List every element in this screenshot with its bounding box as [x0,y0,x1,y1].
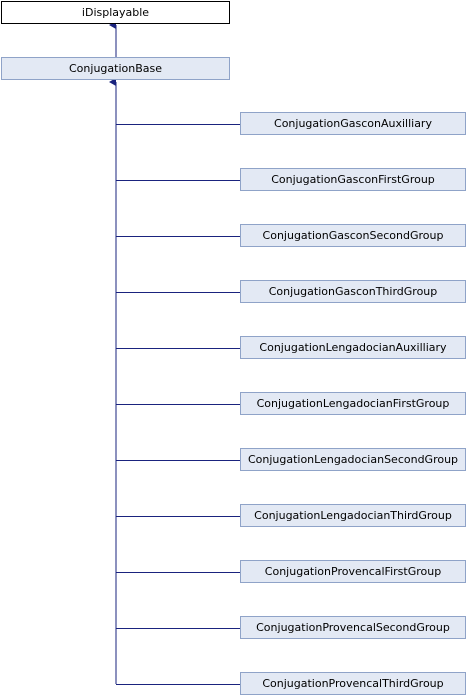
class-node-child[interactable]: ConjugationGasconAuxilliary [240,112,466,135]
class-node-idisplayable[interactable]: iDisplayable [1,1,230,24]
class-node-label: ConjugationProvencalThirdGroup [262,677,444,690]
class-node-label: ConjugationBase [69,62,162,75]
class-node-child[interactable]: ConjugationProvencalFirstGroup [240,560,466,583]
class-node-label: ConjugationLengadocianFirstGroup [256,397,450,410]
class-node-child[interactable]: ConjugationLengadocianSecondGroup [240,448,466,471]
class-node-label: ConjugationLengadocianAuxilliary [259,341,447,354]
class-node-child[interactable]: ConjugationProvencalThirdGroup [240,672,466,695]
class-node-child[interactable]: ConjugationGasconFirstGroup [240,168,466,191]
class-node-label: ConjugationLengadocianSecondGroup [247,453,459,466]
class-node-label: ConjugationProvencalSecondGroup [256,621,450,634]
class-node-child[interactable]: ConjugationProvencalSecondGroup [240,616,466,639]
class-node-label: ConjugationGasconAuxilliary [274,117,432,130]
class-node-child[interactable]: ConjugationLengadocianAuxilliary [240,336,466,359]
inheritance-diagram: iDisplayable ConjugationBase Conjugation… [0,0,470,696]
class-node-child[interactable]: ConjugationLengadocianThirdGroup [240,504,466,527]
class-node-child[interactable]: ConjugationGasconSecondGroup [240,224,466,247]
class-node-child[interactable]: ConjugationGasconThirdGroup [240,280,466,303]
class-node-conjugationbase[interactable]: ConjugationBase [1,57,230,80]
class-node-label: ConjugationProvencalFirstGroup [264,565,442,578]
branch-lines [116,124,240,685]
class-node-label: ConjugationGasconFirstGroup [271,173,435,186]
class-node-label: ConjugationLengadocianThirdGroup [254,509,452,522]
class-node-label: iDisplayable [81,6,150,19]
class-node-child[interactable]: ConjugationLengadocianFirstGroup [240,392,466,415]
class-node-label: ConjugationGasconThirdGroup [268,285,438,298]
class-node-label: ConjugationGasconSecondGroup [262,229,444,242]
